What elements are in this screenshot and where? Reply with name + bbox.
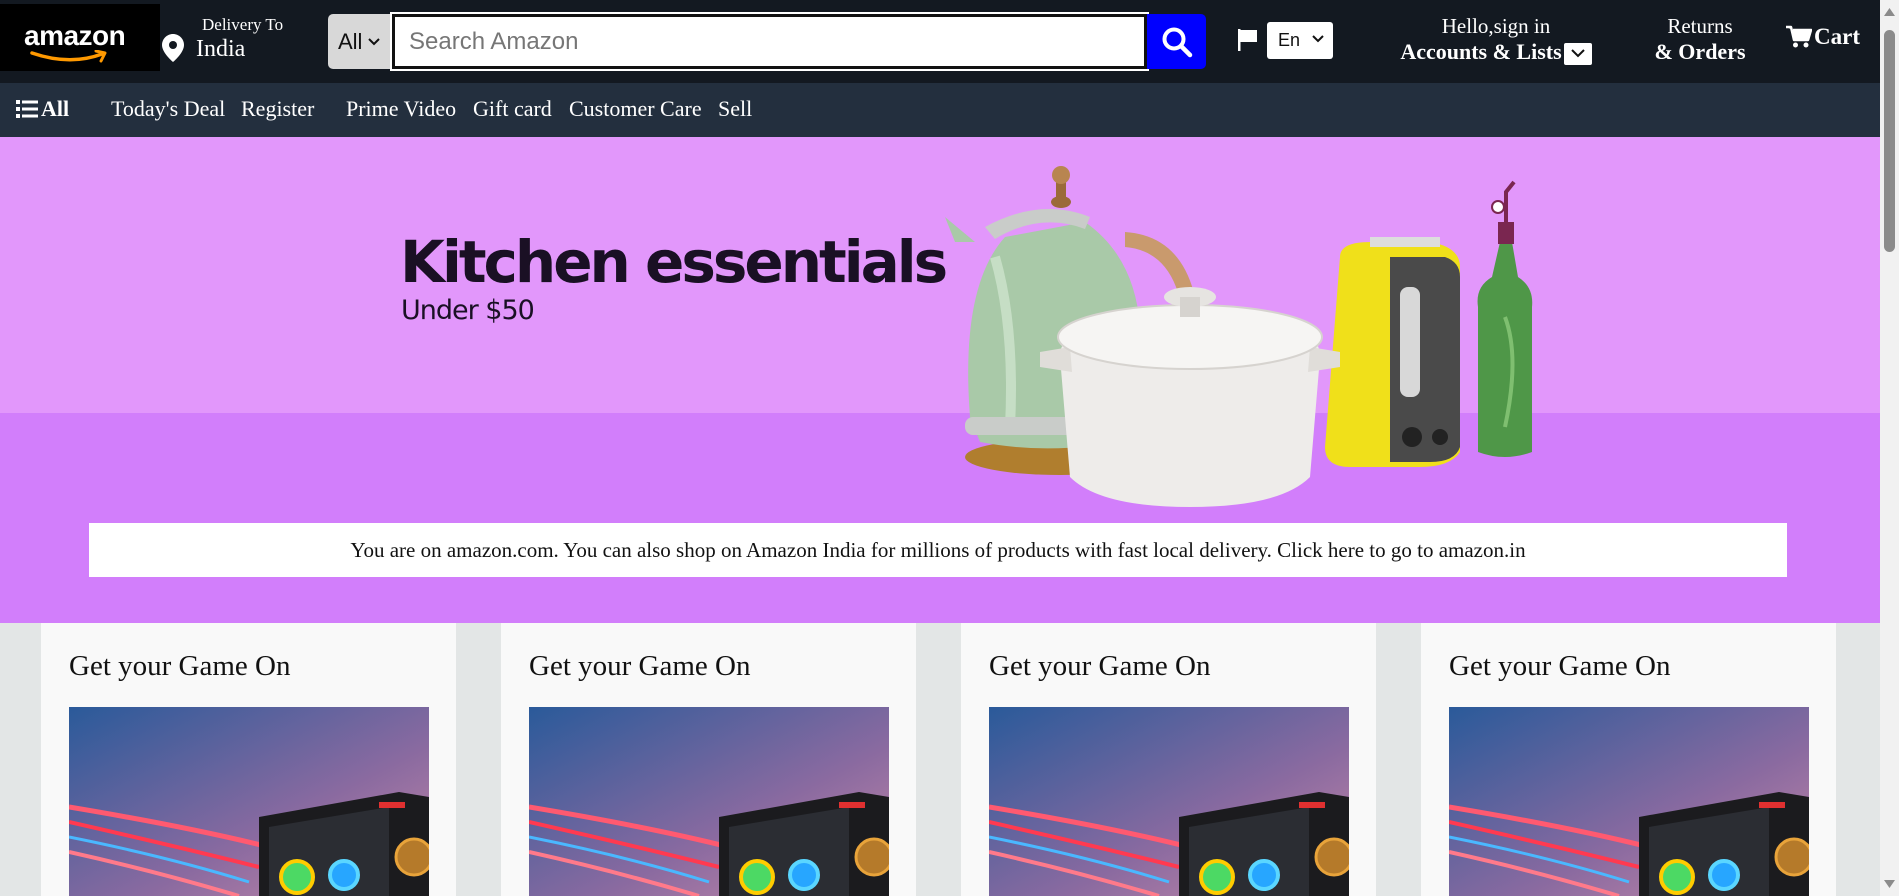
- card-title: Get your Game On: [989, 650, 1211, 682]
- card-image[interactable]: [529, 707, 889, 896]
- gaming-pc-image: [1449, 707, 1809, 896]
- product-card[interactable]: Get your Game On: [961, 623, 1376, 896]
- nav-item-register[interactable]: Register: [241, 96, 314, 122]
- nav-item-customer-care[interactable]: Customer Care: [569, 96, 702, 122]
- search-input[interactable]: [390, 12, 1149, 71]
- product-card[interactable]: Get your Game On: [501, 623, 916, 896]
- chevron-down-icon: [1312, 35, 1324, 43]
- location-pin-icon: [162, 34, 184, 62]
- card-image[interactable]: [1449, 707, 1809, 896]
- returns-orders[interactable]: Returns & Orders: [1645, 14, 1755, 64]
- product-card[interactable]: Get your Game On: [1421, 623, 1836, 896]
- search-icon: [1162, 27, 1192, 57]
- kitchen-products-image: [945, 166, 1533, 507]
- language-selector: En: [1237, 22, 1367, 60]
- search-button[interactable]: [1147, 14, 1206, 69]
- bottle-illustration: [1477, 180, 1533, 457]
- scroll-down-arrow-icon[interactable]: [1884, 880, 1895, 888]
- page-scrollbar[interactable]: [1880, 0, 1899, 896]
- delivery-country: India: [196, 36, 246, 62]
- nav-bar: All Today's Deal Register Prime Video Gi…: [0, 83, 1880, 137]
- account-dropdown-button[interactable]: [1563, 42, 1592, 65]
- nav-item-todays-deal[interactable]: Today's Deal: [111, 96, 225, 122]
- delivery-label: Delivery To: [202, 15, 284, 34]
- delivery-location[interactable]: Delivery To India: [162, 10, 302, 70]
- menu-list-icon: [16, 100, 38, 118]
- account-greeting: Hello,sign in: [1441, 14, 1551, 38]
- product-card[interactable]: Get your Game On: [41, 623, 456, 896]
- hero-subtitle: Under $50: [401, 295, 535, 326]
- amazon-india-notice[interactable]: You are on amazon.com. You can also shop…: [89, 523, 1787, 577]
- card-title: Get your Game On: [529, 650, 751, 682]
- account-menu[interactable]: Hello,sign in Accounts & Lists: [1396, 14, 1596, 65]
- orders-label: & Orders: [1654, 39, 1746, 64]
- nav-all-menu[interactable]: All: [16, 96, 69, 122]
- cart-label: Cart: [1814, 24, 1860, 49]
- language-select[interactable]: En: [1267, 22, 1333, 59]
- flag-icon: [1238, 29, 1257, 51]
- nav-item-sell[interactable]: Sell: [718, 96, 752, 122]
- logo-text: amazon: [24, 20, 126, 51]
- gaming-pc-image: [69, 707, 429, 896]
- gaming-pc-image: [989, 707, 1349, 896]
- card-image[interactable]: [989, 707, 1349, 896]
- toaster-illustration: [1325, 237, 1460, 467]
- search-category-value: All: [338, 28, 363, 54]
- card-title: Get your Game On: [69, 650, 291, 682]
- top-header: amazon Delivery To India All Search Amaz…: [0, 0, 1880, 83]
- chevron-down-icon: [368, 37, 381, 45]
- search-category-select[interactable]: All: [328, 14, 392, 69]
- card-image[interactable]: [69, 707, 429, 896]
- hero-banner[interactable]: Kitchen essentials Under $50 You are on …: [0, 137, 1880, 623]
- amazon-logo[interactable]: amazon: [0, 4, 160, 71]
- scrollbar-thumb[interactable]: [1884, 30, 1895, 252]
- product-cards-row: Get your Game On Get your Game On Get yo…: [0, 623, 1880, 896]
- search-bar: All: [328, 12, 1206, 71]
- account-lists-label: Accounts & Lists: [1400, 39, 1562, 64]
- returns-label: Returns: [1667, 14, 1733, 38]
- pot-illustration: [1040, 287, 1340, 507]
- hero-title: Kitchen essentials: [400, 228, 948, 296]
- chevron-down-icon: [1570, 48, 1585, 57]
- nav-all-label: All: [41, 96, 70, 121]
- cart-button[interactable]: Cart: [1786, 24, 1860, 50]
- nav-item-prime-video[interactable]: Prime Video: [346, 96, 456, 122]
- logo-smile-icon: [30, 50, 107, 63]
- notice-text: You are on amazon.com. You can also shop…: [350, 537, 1526, 562]
- nav-item-gift-card[interactable]: Gift card: [473, 96, 552, 122]
- language-value: En: [1278, 30, 1301, 50]
- gaming-pc-image: [529, 707, 889, 896]
- cart-icon: [1786, 25, 1812, 48]
- card-title: Get your Game On: [1449, 650, 1671, 682]
- scroll-up-arrow-icon[interactable]: [1884, 8, 1895, 16]
